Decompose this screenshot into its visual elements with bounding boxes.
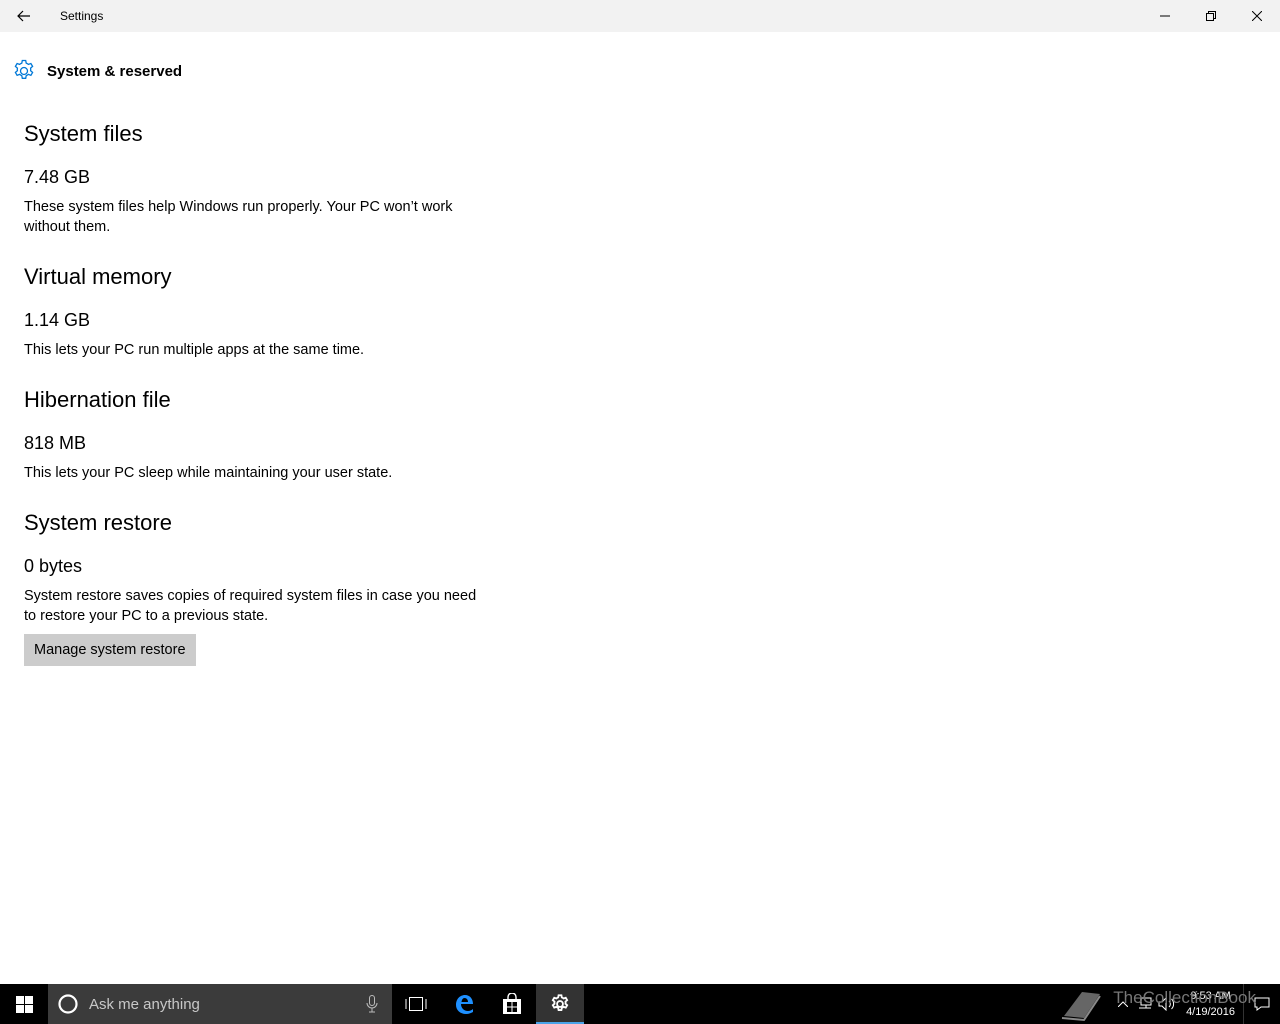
settings-taskbar-button[interactable] (536, 984, 584, 1024)
taskbar: Ask me anything TheCollectionBook 9:53 A… (0, 984, 1280, 1024)
title-bar: Settings (0, 0, 1280, 32)
section-description: This lets your PC run multiple apps at t… (24, 342, 365, 358)
section-size: 7.48 GB (24, 167, 91, 187)
task-view-button[interactable] (392, 984, 440, 1024)
cortana-icon (58, 994, 78, 1014)
close-button[interactable] (1234, 0, 1280, 32)
search-placeholder: Ask me anything (89, 995, 200, 1013)
section-virtual-memory: Virtual memory 1.14 GB This lets your PC… (24, 261, 484, 360)
gear-icon (551, 994, 569, 1011)
section-description: This lets your PC sleep while maintainin… (24, 465, 393, 481)
search-box[interactable]: Ask me anything (48, 984, 392, 1024)
section-system-files: System files 7.48 GB These system files … (24, 118, 484, 237)
section-size: 0 bytes (24, 556, 83, 576)
section-size: 1.14 GB (24, 310, 91, 330)
gear-icon (14, 59, 34, 79)
windows-logo-icon (15, 995, 33, 1013)
microphone-icon[interactable] (366, 995, 378, 1013)
book-watermark-icon (1061, 992, 1101, 1022)
window-title: Settings (60, 9, 104, 23)
watermark-text: TheCollectionBook (1113, 988, 1256, 1007)
section-description: System restore saves copies of required … (24, 588, 477, 624)
store-icon (503, 993, 521, 1014)
minimize-button[interactable] (1142, 0, 1188, 32)
minimize-icon (1160, 15, 1170, 17)
section-hibernation-file: Hibernation file 818 MB This lets your P… (24, 384, 484, 483)
notification-icon (1254, 997, 1270, 1011)
back-arrow-icon (17, 10, 30, 22)
section-system-restore: System restore 0 bytes System restore sa… (24, 507, 484, 666)
edge-icon (456, 995, 473, 1014)
back-button[interactable] (0, 0, 48, 32)
start-button[interactable] (0, 984, 48, 1024)
system-tray: TheCollectionBook 9:53 AM 4/19/2016 (1058, 984, 1280, 1024)
restore-button[interactable] (1188, 0, 1234, 32)
restore-icon (1206, 11, 1216, 21)
page-header: System & reserved (12, 59, 182, 83)
store-button[interactable] (488, 984, 536, 1024)
window-controls (1142, 0, 1280, 32)
task-view-icon (405, 997, 427, 1011)
section-heading: System files (24, 121, 143, 146)
section-description: These system files help Windows run prop… (24, 199, 453, 235)
edge-button[interactable] (440, 984, 488, 1024)
close-icon (1252, 11, 1262, 21)
main-content: System files 7.48 GB These system files … (24, 118, 484, 690)
section-size: 818 MB (24, 433, 87, 453)
section-heading: System restore (24, 510, 172, 535)
page-title: System & reserved (47, 62, 183, 80)
section-heading: Virtual memory (24, 264, 172, 289)
section-heading: Hibernation file (24, 387, 171, 412)
manage-system-restore-button[interactable]: Manage system restore (24, 634, 196, 666)
